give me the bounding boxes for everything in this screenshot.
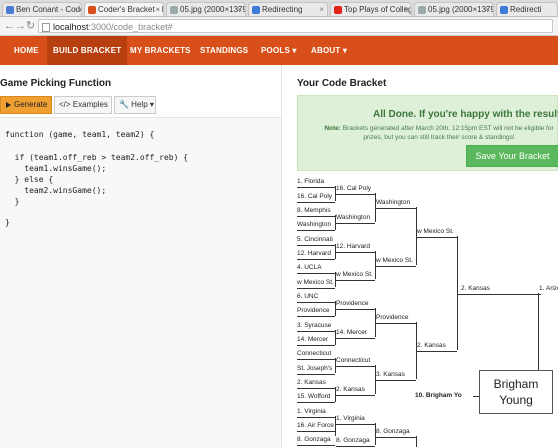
examples-dropdown[interactable]: </> Examples ▾	[54, 96, 112, 125]
bracket-team[interactable]: 3. Syracuse	[297, 321, 335, 332]
note-text: Note: Brackets generated after March 20t…	[324, 125, 554, 141]
bracket-team[interactable]: 2. Kansas	[417, 341, 457, 352]
help-dropdown[interactable]: 🔧 Help ▾	[114, 96, 156, 114]
close-tab-icon[interactable]: ×	[403, 3, 408, 16]
bracket-team[interactable]: Washington	[336, 213, 375, 224]
bracket-team[interactable]: 2. Kansas	[336, 385, 375, 396]
youtube-icon	[334, 6, 342, 14]
bracket-team[interactable]: 3. Kansas	[376, 370, 416, 381]
favicon-icon	[6, 6, 14, 14]
bracket-team[interactable]: Connecticut	[297, 349, 335, 360]
bracket-team[interactable]: 15. Wofford	[297, 392, 335, 403]
nav-build-bracket[interactable]: BUILD BRACKET	[47, 36, 128, 65]
bracket-team[interactable]: Providence	[336, 299, 375, 310]
function-pane: Game Picking Function Generate </> Examp…	[0, 65, 282, 448]
code-line: } else {	[5, 175, 54, 184]
bracket-team[interactable]: w Mexico St.	[336, 270, 375, 281]
save-bracket-button[interactable]: Save Your Bracket	[466, 145, 558, 167]
nav-pools[interactable]: POOLS ▾	[261, 36, 297, 65]
browser-tab[interactable]: Redirecting ×	[248, 2, 328, 16]
favicon-icon	[252, 6, 260, 14]
bracket-team[interactable]: 14. Mercer	[336, 328, 375, 339]
bracket-team[interactable]: w Mexico St.	[417, 227, 457, 238]
bracket-team[interactable]: 8. Gonzaga	[297, 435, 335, 446]
bracket-team[interactable]: Washington	[376, 198, 416, 209]
function-title: Game Picking Function	[0, 78, 112, 89]
code-line: if (team1.off_reb > team2.off_reb) {	[5, 153, 189, 162]
bracket-team[interactable]: St. Joseph's	[297, 364, 335, 375]
bracket-team[interactable]: 8. Memphis	[297, 206, 335, 217]
bracket-team[interactable]: 8. Gonzaga	[376, 427, 416, 438]
bracket-team[interactable]: 14. Mercer	[297, 335, 335, 346]
code-line: function (game, team1, team2) {	[5, 130, 155, 139]
bracket-title: Your Code Bracket	[297, 78, 387, 89]
play-icon	[6, 101, 11, 108]
site-nav: HOME BUILD BRACKET MY BRACKETS STANDINGS…	[0, 36, 558, 65]
bracket-team[interactable]: 16. Cal Poly	[297, 192, 335, 203]
generate-button[interactable]: Generate	[0, 96, 52, 114]
bracket-team[interactable]: 2. Kansas	[458, 284, 541, 295]
favicon-icon	[88, 6, 96, 14]
code-line: team2.winsGame();	[5, 186, 107, 195]
close-tab-icon[interactable]: ×	[485, 3, 490, 16]
bracket-team[interactable]: w Mexico St.	[376, 256, 416, 267]
favicon-icon	[500, 6, 508, 14]
bracket-team[interactable]: 12. Harvard	[297, 249, 335, 260]
bracket: 1. Florida 16. Cal Poly 8. Memphis Washi…	[297, 175, 558, 447]
bracket-team[interactable]: 16. Cal Poly	[336, 184, 375, 195]
bracket-team[interactable]: 2. Kansas	[297, 378, 335, 389]
nav-home[interactable]: HOME	[14, 36, 39, 65]
browser-tab[interactable]: 05.jpg (2000×1379) ×	[414, 2, 494, 16]
reload-icon[interactable]: ↻	[26, 19, 35, 33]
success-alert: All Done. If you're happy with the resul…	[297, 95, 558, 171]
nav-my-brackets[interactable]: MY BRACKETS	[130, 36, 191, 65]
url-input[interactable]: localhost:3000/code_bracket#	[38, 19, 553, 33]
browser-tab[interactable]: Ben Conant - Code ×	[2, 2, 82, 16]
bracket-team[interactable]: 1. Florida	[297, 177, 335, 188]
bracket-team[interactable]: 6. UNC	[297, 292, 335, 303]
bracket-team[interactable]: 12. Harvard	[336, 242, 375, 253]
forward-icon[interactable]: →	[15, 19, 26, 33]
done-message: All Done. If you're happy with the resul…	[373, 109, 558, 120]
browser-tab[interactable]: Redirecti	[496, 2, 558, 16]
bracket-team[interactable]: 16. Air Force	[297, 421, 335, 432]
highlight-team[interactable]: 10. Brigham Yo	[415, 391, 473, 401]
close-tab-icon[interactable]: ×	[73, 3, 78, 16]
bracket-team[interactable]: w Mexico St.	[297, 278, 335, 289]
close-tab-icon[interactable]: ×	[237, 3, 242, 16]
close-tab-icon[interactable]: ×	[319, 3, 324, 16]
bracket-team[interactable]: Providence	[376, 313, 416, 324]
nav-about[interactable]: ABOUT ▾	[311, 36, 347, 65]
bracket-team[interactable]: 4. UCLA	[297, 263, 335, 274]
browser-tab[interactable]: 05.jpg (2000×1379) ×	[166, 2, 246, 16]
browser-tab[interactable]: Top Plays of College ×	[330, 2, 412, 16]
team-tooltip: Brigham Young	[479, 370, 553, 414]
bracket-team[interactable]: Connecticut	[336, 356, 375, 367]
nav-standings[interactable]: STANDINGS	[200, 36, 248, 65]
code-line: }	[5, 218, 10, 227]
code-line: team1.winsGame();	[5, 164, 107, 173]
favicon-icon	[170, 6, 178, 14]
close-tab-icon[interactable]: ×	[155, 3, 160, 16]
address-bar-row: ← → ↻ localhost:3000/code_bracket#	[0, 17, 558, 36]
bracket-team[interactable]: Washington	[297, 220, 335, 231]
bracket-connector	[416, 436, 417, 447]
bracket-pane: Your Code Bracket All Done. If you're ha…	[282, 65, 558, 447]
code-editor[interactable]: function (game, team1, team2) { if (team…	[0, 117, 281, 448]
bracket-team[interactable]: 1. Arizo	[539, 284, 558, 294]
browser-tab-bar: Ben Conant - Code × Coder's Bracket - F × …	[0, 0, 558, 17]
bracket-team[interactable]: Providence	[297, 306, 335, 317]
bracket-team[interactable]: 8. Gonzaga	[336, 436, 375, 447]
favicon-icon	[418, 6, 426, 14]
code-line: }	[5, 197, 20, 206]
browser-tab-active[interactable]: Coder's Bracket - F ×	[84, 2, 164, 16]
bracket-team[interactable]: 1. Virginia	[336, 414, 375, 425]
back-icon[interactable]: ←	[4, 19, 15, 33]
bracket-team[interactable]: 1. Virginia	[297, 407, 335, 418]
page-icon	[42, 23, 50, 32]
bracket-team[interactable]: 5. Cincinnati	[297, 235, 335, 246]
